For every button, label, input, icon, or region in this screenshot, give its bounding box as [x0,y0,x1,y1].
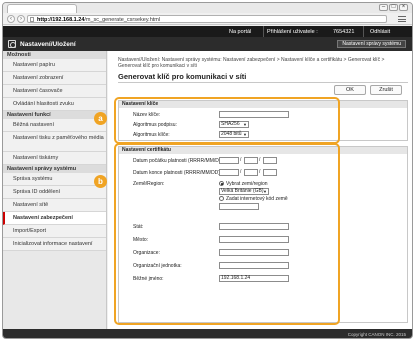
forward-arrow-icon[interactable]: › [17,15,25,23]
login-user-value: 7654321 [333,28,355,35]
breadcrumb: Nastavení/Uložení: Nastavení správy syst… [118,57,385,69]
sidebar-item-system-management[interactable]: Správa systému [3,173,106,186]
ok-button[interactable]: OK [334,85,366,95]
app-title: Nastavení/Uložení [20,40,76,48]
back-arrow-icon[interactable]: ‹ [7,15,15,23]
settings-logo-icon [8,40,16,48]
sidebar-item-media-print[interactable]: Nastavení tisku z paměťového média [3,132,106,152]
app-header: Nastavení/Uložení Nastavení správy systé… [3,37,412,51]
browser-tab[interactable] [7,4,77,13]
sidebar-item-printer[interactable]: Nastavení tiskárny [3,152,106,165]
sidebar-item-timer[interactable]: Nastavení časovače [3,85,106,98]
browser-window: – □ × ‹ › http://192.168.1.24/m_sc_gener… [2,2,413,339]
browser-tabbar: – □ × [3,3,412,13]
main-content: Nastavení/Uložení: Nastavení správy syst… [108,51,412,329]
page-icon [30,17,34,22]
sidebar-item-initialize[interactable]: Inicializovat informace nastavení [3,238,106,251]
top-status-bar: Na portál Přihlášení uživatele : 7654321… [3,26,412,37]
url-host: http://192.168.1.24 [37,16,85,23]
sidebar-item-paper[interactable]: Nastavení papíru [3,59,106,72]
close-icon[interactable]: × [399,4,408,11]
callout-frame-b [114,143,340,325]
sidebar-section-options: Možnosti [3,51,106,59]
sidebar: Možnosti Nastavení papíru Nastavení zobr… [3,51,107,329]
url-field[interactable]: http://192.168.1.24/m_sc_generate_csrsek… [27,15,387,23]
sidebar-item-network[interactable]: Nastavení sítě [3,199,106,212]
footer: Copyright CANON INC. 2015 [3,329,412,338]
portal-link[interactable]: Na portál [229,29,251,35]
copyright-text: Copyright CANON INC. 2015 [347,332,406,337]
minimize-icon[interactable]: – [379,4,388,11]
sidebar-item-security[interactable]: Nastavení zabezpečení [3,212,106,225]
sidebar-item-volume[interactable]: Ovládání hlasitosti zvuku [3,98,106,111]
login-user-label: Přihlášení uživatele : [267,28,318,35]
callout-badge-b: b [94,175,107,188]
sidebar-item-department-id[interactable]: Správa ID oddělení [3,186,106,199]
callout-frame-a [114,97,340,144]
system-settings-button[interactable]: Nastavení správy systému [337,40,406,48]
callout-badge-a: a [94,112,107,125]
sidebar-section-system: Nastavení správy systému [3,165,106,173]
title-divider [118,82,408,83]
sidebar-item-common[interactable]: Běžná nastavení [3,119,106,132]
page-title: Generovat klíč pro komunikaci v síti [118,72,247,81]
sidebar-item-import-export[interactable]: Import/Export [3,225,106,238]
address-bar: ‹ › http://192.168.1.24/m_sc_generate_cs… [3,13,412,25]
url-text: http://192.168.1.24/m_sc_generate_csrsek… [37,17,160,23]
logout-link[interactable]: Odhlásit [370,29,390,35]
sidebar-section-functions: Nastavení funkcí [3,111,106,119]
browser-menu-icon[interactable] [398,16,406,22]
cancel-button[interactable]: Zrušit [370,85,402,95]
url-path: /m_sc_generate_csrsekey.html [84,16,161,23]
maximize-icon[interactable]: □ [389,4,398,11]
sidebar-item-display[interactable]: Nastavení zobrazení [3,72,106,85]
